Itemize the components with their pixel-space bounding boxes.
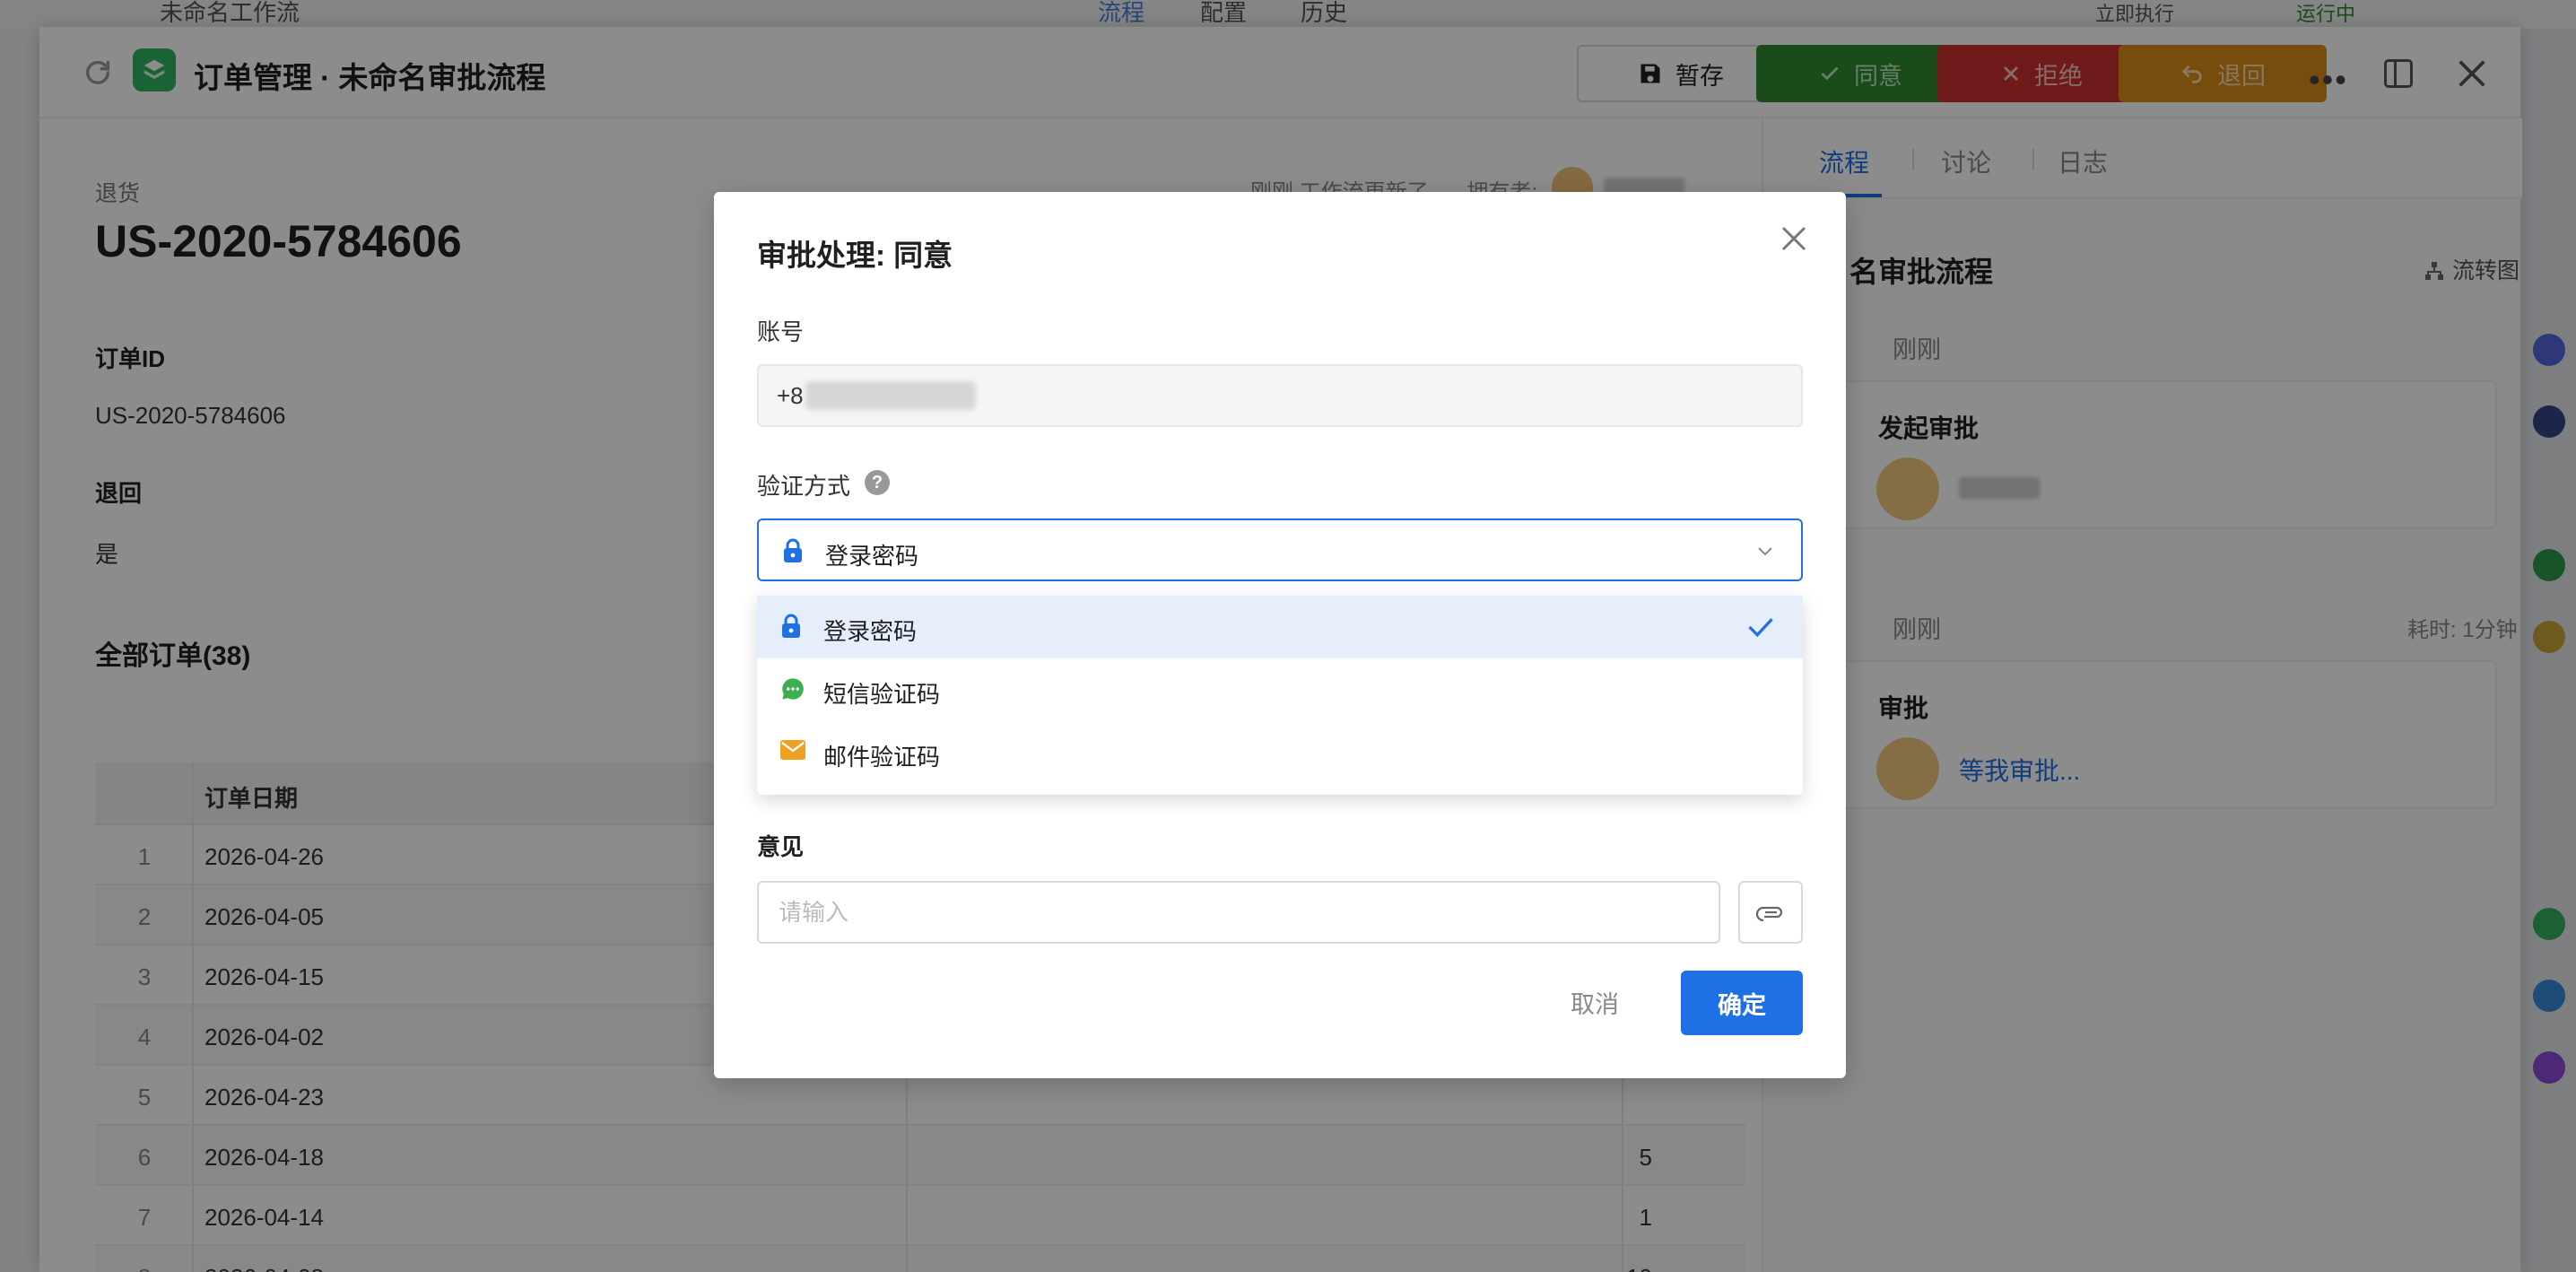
chat-icon — [782, 678, 804, 700]
comment-field[interactable] — [757, 881, 1720, 944]
option-sms-code[interactable]: 短信验证码 — [757, 658, 1803, 721]
help-icon[interactable]: ? — [865, 470, 890, 495]
dialog-title: 审批处理: 同意 — [757, 239, 953, 272]
lock-icon — [782, 614, 800, 638]
account-prefix: +8 — [777, 381, 804, 409]
comment-input[interactable] — [759, 883, 1719, 942]
close-icon[interactable] — [1778, 222, 1810, 255]
attachment-button[interactable] — [1738, 881, 1803, 944]
verify-method-select[interactable]: 登录密码 — [757, 518, 1803, 581]
account-field[interactable]: +8 — [757, 364, 1803, 427]
option-label: 短信验证码 — [823, 681, 941, 708]
mail-icon — [780, 740, 805, 760]
option-label: 登录密码 — [823, 618, 918, 645]
comment-label: 意见 — [757, 833, 805, 860]
account-label: 账号 — [757, 318, 805, 345]
lock-icon — [784, 538, 802, 562]
verify-method-label: 验证方式 — [757, 473, 851, 500]
confirm-button[interactable]: 确定 — [1681, 971, 1803, 1035]
selected-method: 登录密码 — [825, 543, 919, 570]
option-email-code[interactable]: 邮件验证码 — [757, 721, 1803, 784]
cancel-button[interactable]: 取消 — [1541, 971, 1649, 1033]
account-number-blurred — [805, 381, 976, 410]
chevron-down-icon — [1758, 547, 1772, 556]
option-label: 邮件验证码 — [823, 744, 941, 771]
option-login-password[interactable]: 登录密码 — [757, 596, 1803, 658]
checkmark-icon — [1748, 618, 1773, 638]
paperclip-icon — [1755, 906, 1783, 921]
verify-method-dropdown: 登录密码 短信验证码 邮件验证码 — [757, 596, 1803, 795]
approval-dialog: 审批处理: 同意 账号 +8 验证方式 ? 登录密码 登录密码 短信验证码 邮件… — [714, 192, 1846, 1078]
